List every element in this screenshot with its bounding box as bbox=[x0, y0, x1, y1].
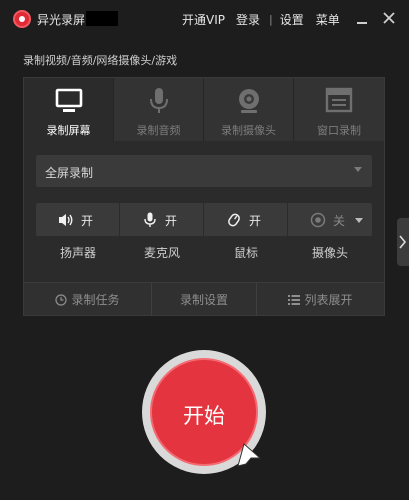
list-expand-label: 列表展开 bbox=[304, 293, 353, 307]
app-logo-icon bbox=[13, 10, 31, 28]
side-expand-tab[interactable] bbox=[397, 218, 409, 266]
microphone-toggle[interactable]: 开 bbox=[120, 203, 204, 236]
record-settings-label: 录制设置 bbox=[179, 293, 228, 307]
bottom-bar: 录制任务 录制设置 列表展开 bbox=[24, 282, 384, 316]
tab-record-screen[interactable]: 录制屏幕 bbox=[24, 78, 114, 141]
list-expand-button[interactable]: 列表展开 bbox=[257, 283, 384, 316]
microphone-icon bbox=[144, 212, 156, 227]
vip-link[interactable]: 开通VIP bbox=[182, 11, 225, 28]
record-task-button[interactable]: 录制任务 bbox=[24, 283, 152, 316]
source-toggles: 开 开 开 关 bbox=[36, 203, 372, 236]
tab-label: 录制摄像头 bbox=[221, 124, 276, 137]
tab-record-window[interactable]: 窗口录制 bbox=[294, 78, 384, 141]
mouse-toggle[interactable]: 开 bbox=[204, 203, 288, 236]
mouse-icon bbox=[228, 213, 240, 227]
webcam-toggle[interactable]: 关 bbox=[288, 203, 372, 236]
chevron-down-icon bbox=[354, 167, 362, 172]
record-settings-button[interactable]: 录制设置 bbox=[152, 283, 257, 316]
nav-separator: | bbox=[269, 13, 273, 26]
webcam-label: 摄像头 bbox=[311, 246, 348, 260]
mouse-cursor-icon bbox=[237, 443, 262, 467]
record-task-label: 录制任务 bbox=[71, 293, 120, 307]
top-nav: 开通VIP 登录 | 设置 菜单 bbox=[182, 11, 340, 28]
window-icon bbox=[325, 87, 353, 113]
app-title: 异光录屏 bbox=[37, 13, 86, 27]
speaker-label: 扬声器 bbox=[59, 246, 96, 260]
record-mode-value: 全屏录制 bbox=[45, 166, 94, 180]
speaker-icon bbox=[59, 214, 73, 226]
start-label: 开始 bbox=[183, 404, 225, 428]
toggle-labels: 扬声器 麦克风 鼠标 摄像头 bbox=[36, 244, 372, 261]
menu-link[interactable]: 菜单 bbox=[316, 11, 340, 28]
mouse-state: 开 bbox=[249, 214, 262, 228]
app-window: 异光录屏 开通VIP 登录 | 设置 菜单 录制视频/音频/网络摄像头/游戏 录… bbox=[0, 0, 409, 500]
title-redaction bbox=[86, 11, 118, 26]
login-link[interactable]: 登录 bbox=[236, 11, 260, 28]
webcam-state: 关 bbox=[333, 214, 346, 228]
list-icon bbox=[288, 294, 301, 305]
chevron-down-icon[interactable] bbox=[355, 218, 363, 223]
tab-record-webcam[interactable]: 录制摄像头 bbox=[204, 78, 294, 141]
tab-label: 窗口录制 bbox=[317, 124, 361, 137]
subtitle: 录制视频/音频/网络摄像头/游戏 bbox=[23, 54, 178, 67]
mouse-label: 鼠标 bbox=[233, 246, 258, 260]
microphone-label: 麦克风 bbox=[143, 246, 180, 260]
clock-icon bbox=[55, 293, 68, 306]
recording-tabs: 录制屏幕 录制音频 录制摄像头 窗口录制 bbox=[24, 78, 384, 141]
monitor-icon bbox=[55, 88, 82, 112]
chevron-right-icon bbox=[399, 235, 407, 249]
minimize-icon[interactable] bbox=[355, 10, 369, 26]
speaker-toggle[interactable]: 开 bbox=[36, 203, 120, 236]
speaker-state: 开 bbox=[81, 214, 94, 228]
microphone-icon bbox=[149, 88, 168, 113]
close-icon[interactable] bbox=[382, 10, 396, 26]
tab-label: 录制屏幕 bbox=[46, 124, 91, 137]
tab-record-audio[interactable]: 录制音频 bbox=[114, 78, 204, 141]
record-mode-select[interactable]: 全屏录制 bbox=[36, 155, 372, 187]
microphone-state: 开 bbox=[165, 214, 178, 228]
settings-link[interactable]: 设置 bbox=[280, 11, 304, 28]
title-bar: 异光录屏 开通VIP 登录 | 设置 菜单 bbox=[0, 0, 409, 38]
recording-panel: 录制屏幕 录制音频 录制摄像头 窗口录制 全屏录制 开 开 开 关 扬声器 麦克… bbox=[23, 77, 385, 316]
tab-label: 录制音频 bbox=[136, 124, 181, 137]
webcam-icon bbox=[310, 212, 326, 228]
webcam-icon bbox=[238, 89, 259, 113]
